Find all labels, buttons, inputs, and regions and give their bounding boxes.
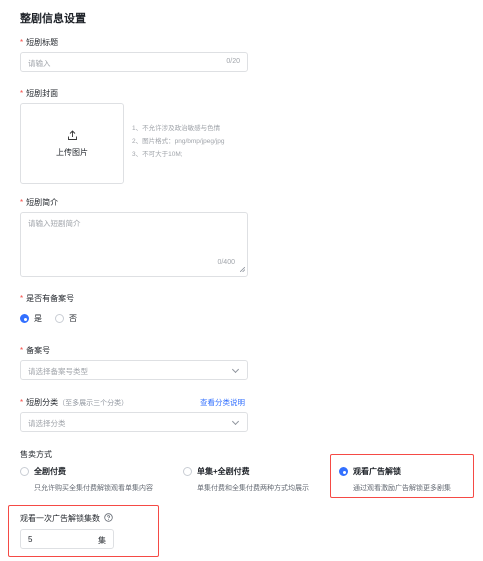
has-filing-yes-radio[interactable]: 是: [20, 313, 42, 324]
chevron-down-icon: [231, 417, 240, 426]
question-circle-icon[interactable]: [104, 513, 113, 524]
cover-requirement-item: 3、不可大于10M;: [132, 151, 183, 158]
category-select[interactable]: 请选择分类: [20, 412, 248, 432]
drama-title-label: * 短剧标题: [20, 38, 59, 47]
cover-upload-button[interactable]: 上传图片: [20, 103, 124, 184]
ad-unlock-value: 5: [28, 535, 33, 544]
category-explanation-link[interactable]: 查看分类说明: [200, 397, 245, 408]
upload-icon: [67, 129, 78, 143]
cover-requirement-item: 1、不允许涉及政治敏感与色情: [132, 125, 221, 132]
chevron-down-icon: [231, 365, 240, 374]
sale-option-desc: 只允许购买全集付费解锁观看单集内容: [34, 485, 153, 492]
sale-mode-label: 售卖方式: [20, 450, 52, 459]
ad-unlock-label: 观看一次广告解锁集数: [20, 513, 113, 524]
drama-intro-counter: 0/400: [217, 259, 235, 266]
sale-option-desc: 单集付费和全集付费两种方式均展示: [197, 485, 309, 492]
filing-number-label: * 备案号: [20, 346, 51, 355]
sale-option-desc: 通过观看激励广告解锁更多剧集: [353, 485, 451, 492]
ad-unlock-unit: 集: [98, 536, 106, 545]
required-mark: *: [20, 198, 24, 207]
drama-intro-placeholder: 请输入短剧简介: [28, 219, 81, 228]
filing-type-placeholder: 请选择备案号类型: [28, 367, 88, 376]
drama-title-placeholder: 请输入: [28, 59, 51, 68]
required-mark: *: [20, 89, 24, 98]
sale-option-full-pay[interactable]: 全剧付费 只允许购买全集付费解锁观看单集内容: [20, 466, 153, 493]
sale-option-ad-unlock[interactable]: 观看广告解锁 通过观看激励广告解锁更多剧集: [339, 466, 451, 493]
ad-unlock-episodes-input[interactable]: 5 集: [20, 529, 114, 549]
radio-icon: [183, 467, 192, 476]
drama-intro-textarea[interactable]: 请输入短剧简介 0/400: [20, 212, 248, 277]
radio-icon: [55, 314, 64, 323]
required-mark: *: [20, 38, 24, 47]
required-mark: *: [20, 398, 24, 407]
required-mark: *: [20, 294, 24, 303]
upload-label: 上传图片: [56, 147, 88, 157]
radio-icon: [339, 467, 348, 476]
radio-icon: [20, 467, 29, 476]
has-filing-no-radio[interactable]: 否: [55, 313, 77, 324]
has-filing-label: * 是否有备案号: [20, 294, 75, 303]
required-mark: *: [20, 346, 24, 355]
radio-icon: [20, 314, 29, 323]
drama-intro-label: * 短剧简介: [20, 198, 59, 207]
drama-title-counter: 0/20: [226, 58, 240, 65]
cover-requirement-item: 2、图片格式：png/bmp/jpeg/jpg: [132, 138, 225, 145]
page-title: 整剧信息设置: [20, 13, 86, 25]
filing-type-select[interactable]: 请选择备案号类型: [20, 360, 248, 380]
drama-category-note: （至多展示三个分类）: [58, 400, 129, 407]
cover-requirements: 1、不允许涉及政治敏感与色情 2、图片格式：png/bmp/jpeg/jpg 3…: [132, 122, 225, 161]
drama-category-label: * 短剧分类（至多展示三个分类）: [20, 398, 129, 407]
drama-cover-label: * 短剧封面: [20, 89, 59, 98]
category-placeholder: 请选择分类: [28, 419, 66, 428]
sale-option-episode-pay[interactable]: 单集+全剧付费 单集付费和全集付费两种方式均展示: [183, 466, 309, 493]
resize-handle-icon[interactable]: [239, 265, 246, 274]
drama-title-input[interactable]: 请输入 0/20: [20, 52, 248, 72]
